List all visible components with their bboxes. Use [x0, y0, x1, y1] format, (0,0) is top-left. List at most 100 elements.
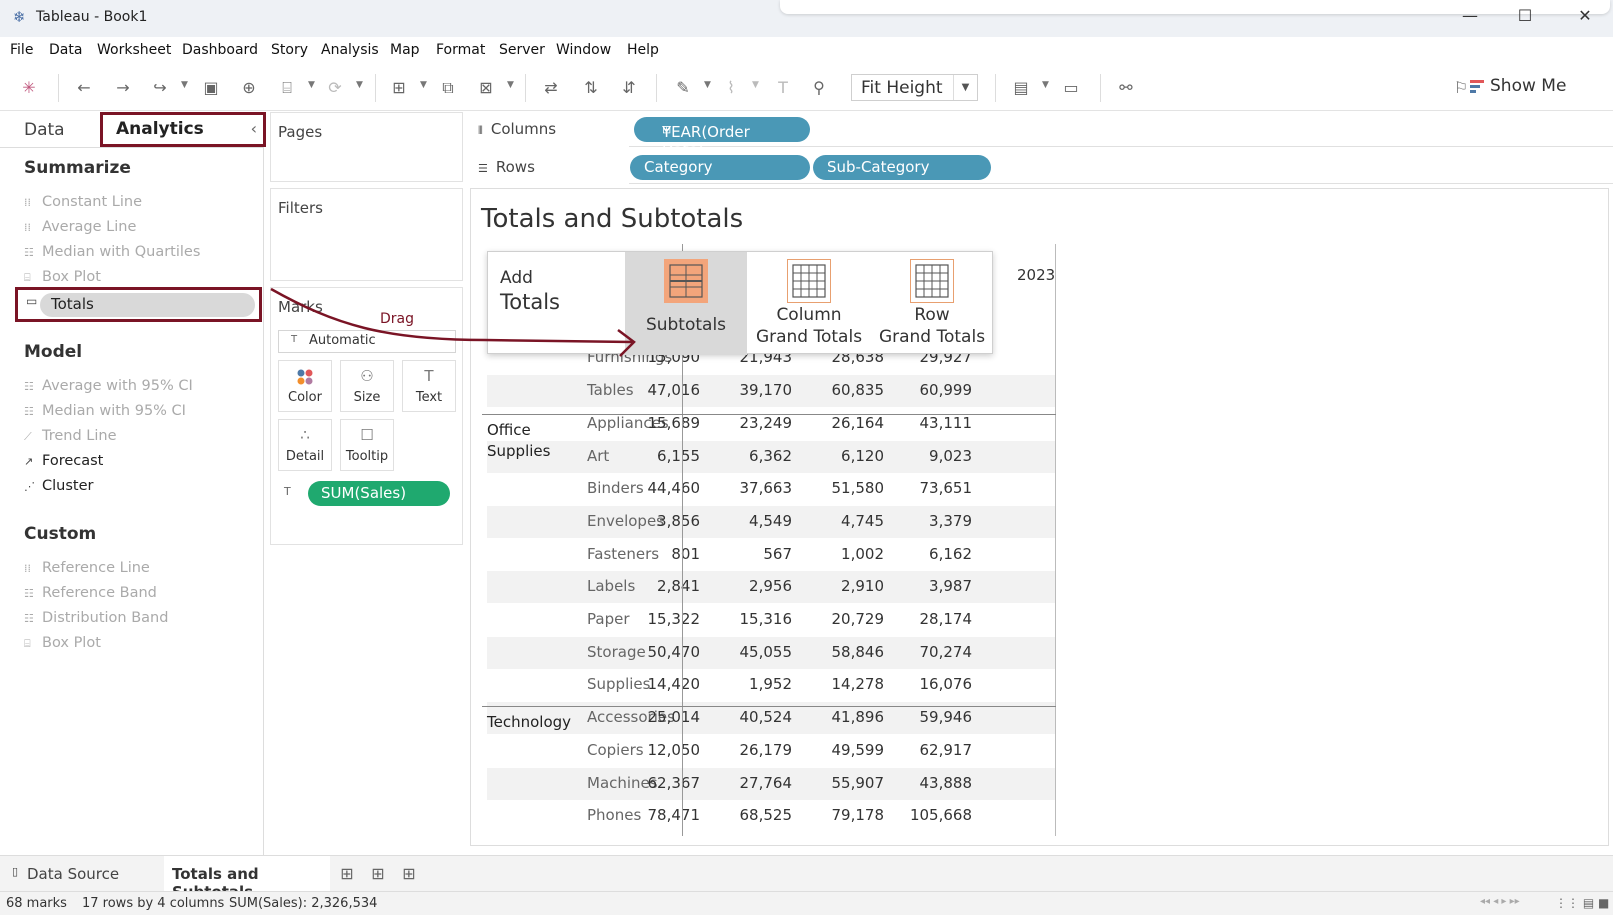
sum-sales-pill[interactable]: SUM(Sales) — [308, 481, 450, 506]
box-plot-icon: ⌸ — [24, 637, 31, 650]
caret-icon[interactable]: ▼ — [420, 80, 427, 90]
view-mode-icon[interactable]: ⋮⋮ ▤ ■ — [1555, 896, 1609, 910]
analytics-item-totals[interactable]: ▭ Totals — [15, 287, 262, 322]
caret-icon[interactable]: ▼ — [507, 80, 514, 90]
pages-card[interactable]: Pages — [270, 112, 463, 182]
fit-dropdown[interactable]: Fit Height ▼ — [851, 74, 978, 101]
tableau-home-icon[interactable]: ✳ — [18, 77, 40, 99]
tab-analytics[interactable]: Analytics ‹ — [100, 112, 266, 147]
analytics-item-cluster[interactable]: ⋰ Cluster — [24, 478, 93, 500]
category-pill[interactable]: Category — [630, 155, 810, 180]
new-datasource-icon[interactable]: ⊕ — [238, 77, 260, 99]
value-cell: 51,580 — [831, 479, 885, 498]
caret-icon[interactable]: ▼ — [704, 80, 711, 90]
refresh-icon[interactable]: ⟳ — [324, 77, 346, 99]
menu-format[interactable]: Format — [436, 42, 485, 58]
menu-worksheet[interactable]: Worksheet — [97, 42, 171, 58]
value-cell: 43,888 — [919, 773, 973, 792]
columns-shelf-label: ⦀ Columns — [478, 120, 557, 138]
totals-drag-pill[interactable]: Totals — [40, 293, 255, 317]
pin-icon[interactable]: ⚲ — [808, 77, 830, 99]
view-title: Totals and Subtotals — [481, 204, 744, 234]
replay-icon[interactable]: ↪ — [149, 77, 171, 99]
drag-label: Drag — [380, 311, 415, 327]
menu-file[interactable]: File — [10, 42, 33, 58]
year-order-date-pill[interactable]: ⊞ YEAR(Order Date) — [634, 117, 810, 159]
analytics-item-constant-line[interactable]: ⁞⁞ Constant Line — [24, 194, 142, 216]
tooltip-button[interactable]: ☐ Tooltip — [340, 419, 394, 471]
menu-story[interactable]: Story — [271, 42, 308, 58]
menu-window[interactable]: Window — [556, 42, 611, 58]
new-dashboard-icon[interactable]: ⊞ — [367, 863, 389, 885]
undo-icon[interactable]: ← — [73, 77, 95, 99]
close-icon[interactable]: ✕ — [1570, 6, 1600, 30]
toolbar-separator — [58, 74, 59, 102]
presentation-icon[interactable]: ▭ — [1060, 77, 1082, 99]
value-cell: 40,524 — [739, 708, 793, 727]
table-row: Paper 15,322 15,316 20,729 28,174 — [487, 604, 1056, 636]
value-cell: 20,729 — [831, 610, 885, 628]
analytics-item-median-ci[interactable]: ☷ Median with 95% CI — [24, 403, 186, 425]
color-button[interactable]: Color — [278, 360, 332, 412]
new-story-icon[interactable]: ⊞ — [398, 863, 420, 885]
collapse-chevron-icon[interactable]: ‹ — [251, 119, 257, 138]
table-row: Machines 62,367 27,764 55,907 43,888 — [487, 767, 1056, 800]
caret-icon[interactable]: ▼ — [1042, 80, 1049, 90]
tab-data[interactable]: Data — [24, 120, 65, 140]
toolbar-separator — [656, 74, 657, 102]
caret-icon[interactable]: ▼ — [752, 80, 759, 90]
menu-analysis[interactable]: Analysis — [321, 42, 379, 58]
menu-server[interactable]: Server — [499, 42, 545, 58]
new-worksheet-icon[interactable]: ⊞ — [336, 863, 358, 885]
status-sum: SUM(Sales): 2,326,534 — [229, 896, 378, 911]
highlight-icon[interactable]: ✎ — [672, 77, 694, 99]
duplicate-icon[interactable]: ⧉ — [437, 77, 459, 99]
analytics-item-reference-band[interactable]: ☷ Reference Band — [24, 585, 157, 607]
maximize-icon[interactable]: ☐ — [1510, 6, 1540, 30]
pause-updates-icon[interactable]: ⌸ — [276, 77, 298, 99]
redo-icon[interactable]: → — [112, 77, 134, 99]
menu-data[interactable]: Data — [49, 42, 82, 58]
save-icon[interactable]: ▣ — [200, 77, 222, 99]
menu-dashboard[interactable]: Dashboard — [182, 42, 258, 58]
analytics-item-box-plot-custom[interactable]: ⌸ Box Plot — [24, 635, 101, 657]
new-worksheet-icon[interactable]: ⊞ — [388, 77, 410, 99]
size-button[interactable]: ⚇ Size — [340, 360, 394, 412]
share-icon[interactable]: ⚯ — [1115, 77, 1137, 99]
caret-icon[interactable]: ▼ — [181, 80, 188, 90]
analytics-item-average-line[interactable]: ⁞⁞ Average Line — [24, 219, 136, 241]
column-grand-totals-option[interactable]: Column Grand Totals — [748, 252, 870, 355]
swap-icon[interactable]: ⇄ — [540, 77, 562, 99]
filters-card[interactable]: Filters — [270, 188, 463, 281]
toolbar-separator — [375, 74, 376, 102]
clear-sheet-icon[interactable]: ⊠ — [475, 77, 497, 99]
tab-totals-and-subtotals[interactable]: Totals and Subtotals — [164, 856, 330, 901]
minimize-icon[interactable]: — — [1455, 6, 1485, 30]
analytics-item-average-ci[interactable]: ☷ Average with 95% CI — [24, 378, 193, 400]
value-cell: 15,322 — [647, 610, 701, 628]
row-grand-totals-option[interactable]: Row Grand Totals — [871, 252, 993, 355]
menu-help[interactable]: Help — [627, 42, 659, 58]
analytics-item-trend-line[interactable]: ⟋ Trend Line — [24, 428, 117, 450]
analytics-item-forecast[interactable]: ↗ Forecast — [24, 453, 103, 475]
shelf-divider — [629, 146, 1613, 147]
text-button[interactable]: T Text — [402, 360, 456, 412]
caret-icon[interactable]: ▼ — [356, 80, 363, 90]
sub-category-pill[interactable]: Sub-Category — [813, 155, 991, 180]
format-painter-icon[interactable]: ⚐ — [1450, 77, 1472, 99]
analytics-item-reference-line[interactable]: ⁞⁞ Reference Line — [24, 560, 150, 582]
caret-icon[interactable]: ▼ — [308, 80, 315, 90]
labels-icon[interactable]: T — [772, 77, 794, 99]
detail-button[interactable]: ∴ Detail — [278, 419, 332, 471]
sort-descending-icon[interactable]: ⇵ — [618, 77, 640, 99]
analytics-item-distribution-band[interactable]: ☷ Distribution Band — [24, 610, 168, 632]
show-me-button[interactable]: Show Me — [1470, 76, 1566, 100]
tab-data-source[interactable]: ▯ Data Source — [0, 856, 160, 892]
menu-map[interactable]: Map — [390, 42, 420, 58]
sort-ascending-icon[interactable]: ⇅ — [580, 77, 602, 99]
analytics-item-median-quartiles[interactable]: ☷ Median with Quartiles — [24, 244, 200, 266]
size-icon: ⚇ — [360, 367, 374, 385]
group-icon[interactable]: ⌇ — [720, 77, 742, 99]
navigation-icon[interactable]: ◂◂ ◂ ▸ ▸▸ — [1480, 896, 1520, 907]
show-cards-icon[interactable]: ▤ — [1010, 77, 1032, 99]
